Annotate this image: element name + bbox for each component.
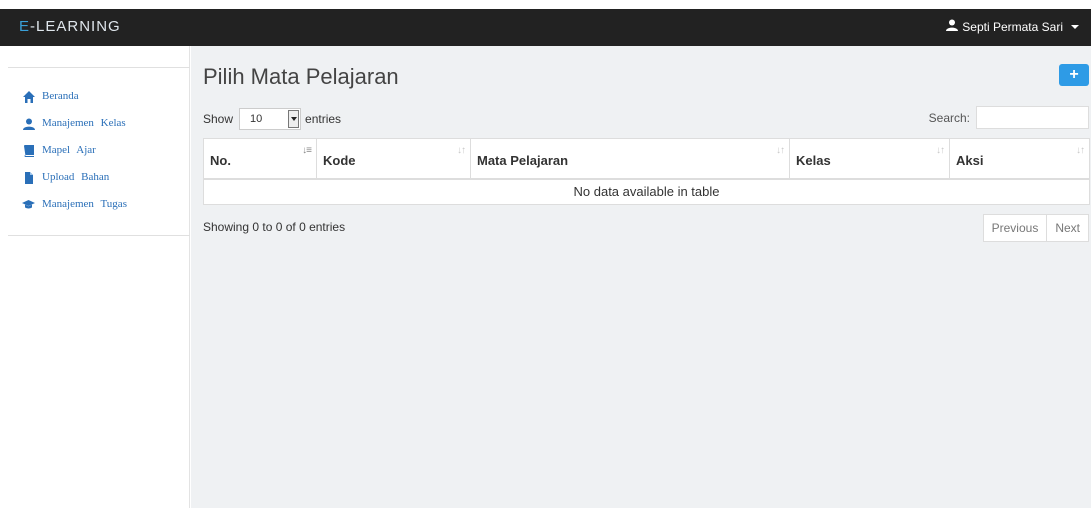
sidebar-item-mapel-ajar[interactable]: Mapel Ajar bbox=[22, 144, 127, 171]
column-header-label: Kelas bbox=[796, 152, 831, 168]
page-title: Pilih Mata Pelajaran bbox=[203, 64, 399, 89]
sidebar-item-label: Mapel Ajar bbox=[42, 144, 96, 156]
column-header-label: Aksi bbox=[956, 152, 984, 168]
brand-letter: E bbox=[19, 18, 31, 35]
graduation-cap-icon bbox=[22, 198, 35, 211]
column-header-label: Kode bbox=[323, 152, 356, 168]
sort-asc-icon: ↓≡ bbox=[302, 145, 312, 156]
sidebar-nav: Beranda Manajemen Kelas Mapel Ajar Uploa… bbox=[22, 90, 127, 225]
table-header-row: No. ↓≡ Kode ↓↑ Mata Pelajaran ↓↑ Kelas ↓↑ Ak… bbox=[203, 138, 1090, 180]
brand-text: -LEARNING bbox=[30, 18, 121, 35]
add-button[interactable]: + bbox=[1059, 64, 1089, 86]
sort-icon: ↓↑ bbox=[457, 145, 466, 156]
data-table: No. ↓≡ Kode ↓↑ Mata Pelajaran ↓↑ Kelas ↓↑ Ak… bbox=[203, 138, 1090, 205]
column-header-mata-pelajaran[interactable]: Mata Pelajaran ↓↑ bbox=[470, 138, 790, 180]
column-header-label: Mata Pelajaran bbox=[477, 152, 569, 168]
entries-value: 10 bbox=[250, 113, 263, 125]
sort-icon: ↓↑ bbox=[936, 145, 945, 156]
sidebar-item-upload-bahan[interactable]: Upload Bahan bbox=[22, 171, 127, 198]
table-search: Search: bbox=[929, 106, 1089, 129]
sidebar-item-label: Manajemen Tugas bbox=[42, 198, 127, 210]
sort-icon: ↓↑ bbox=[776, 145, 785, 156]
file-icon bbox=[22, 171, 35, 184]
sort-icon: ↓↑ bbox=[1076, 145, 1085, 156]
top-navbar: E-LEARNING Septi Permata Sari bbox=[0, 9, 1091, 46]
chevron-down-icon bbox=[1071, 24, 1079, 29]
user-icon bbox=[22, 117, 35, 130]
entries-select[interactable]: 10 bbox=[239, 108, 302, 130]
brand-logo[interactable]: E-LEARNING bbox=[19, 18, 121, 35]
column-header-aksi[interactable]: Aksi ↓↑ bbox=[949, 138, 1090, 180]
home-icon bbox=[22, 90, 35, 103]
sidebar-item-beranda[interactable]: Beranda bbox=[22, 90, 127, 117]
column-header-kelas[interactable]: Kelas ↓↑ bbox=[789, 138, 950, 180]
table-info: Showing 0 to 0 of 0 entries bbox=[203, 220, 346, 234]
next-button[interactable]: Next bbox=[1047, 214, 1089, 242]
user-icon bbox=[946, 19, 959, 34]
entries-length-control: Show 10 entries bbox=[203, 108, 341, 130]
table-row: No data available in table bbox=[203, 178, 1090, 205]
book-icon bbox=[22, 144, 35, 157]
divider bbox=[8, 67, 190, 68]
main-content: Pilih Mata Pelajaran + Show 10 entries S… bbox=[191, 46, 1091, 508]
column-header-label: No. bbox=[210, 152, 231, 168]
user-menu[interactable]: Septi Permata Sari bbox=[946, 19, 1079, 34]
previous-button[interactable]: Previous bbox=[982, 214, 1048, 242]
show-label: Show bbox=[203, 112, 234, 126]
pagination: Previous Next bbox=[982, 214, 1089, 242]
sidebar-item-manajemen-kelas[interactable]: Manajemen Kelas bbox=[22, 117, 127, 144]
sidebar-item-label: Upload Bahan bbox=[42, 171, 110, 183]
divider bbox=[8, 235, 190, 236]
sidebar-item-label: Beranda bbox=[42, 90, 79, 102]
user-name: Septi Permata Sari bbox=[962, 19, 1063, 34]
column-header-no[interactable]: No. ↓≡ bbox=[203, 138, 317, 180]
sidebar: Beranda Manajemen Kelas Mapel Ajar Uploa… bbox=[0, 46, 190, 508]
search-label: Search: bbox=[928, 110, 970, 125]
sidebar-item-label: Manajemen Kelas bbox=[42, 117, 126, 129]
column-header-kode[interactable]: Kode ↓↑ bbox=[316, 138, 471, 180]
sidebar-item-manajemen-tugas[interactable]: Manajemen Tugas bbox=[22, 198, 127, 225]
entries-label: entries bbox=[305, 112, 342, 126]
empty-table-message: No data available in table bbox=[203, 178, 1090, 205]
search-input[interactable] bbox=[976, 106, 1089, 129]
chevron-down-icon bbox=[288, 110, 300, 128]
